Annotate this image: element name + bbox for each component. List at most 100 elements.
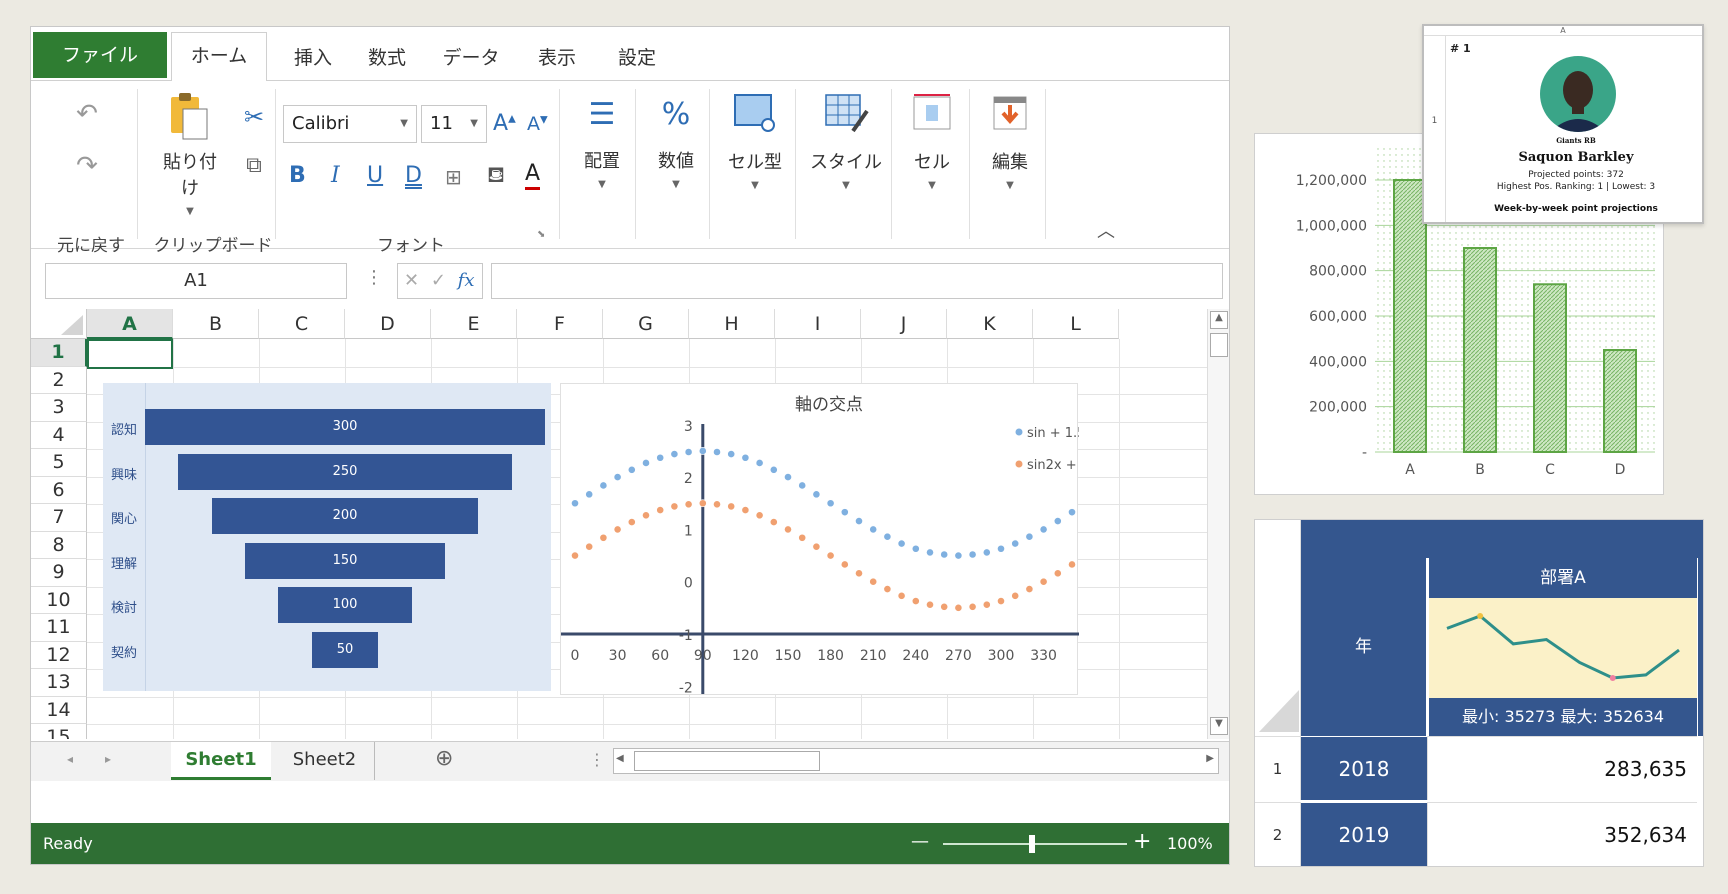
- series-point[interactable]: [585, 542, 594, 551]
- column-header-D[interactable]: D: [345, 309, 431, 339]
- funnel-bar[interactable]: 150: [245, 542, 445, 579]
- series-point[interactable]: [727, 502, 736, 511]
- series-point[interactable]: [755, 511, 764, 520]
- series-point[interactable]: [968, 550, 977, 559]
- edit-button[interactable]: 編集 ▼: [977, 91, 1043, 191]
- series-point[interactable]: [784, 473, 792, 481]
- more-icon[interactable]: ⋮: [365, 267, 383, 288]
- column-header-F[interactable]: F: [517, 309, 603, 339]
- series-point[interactable]: [869, 577, 878, 586]
- tab-data[interactable]: データ: [431, 35, 511, 81]
- borders-icon[interactable]: ⊞: [445, 165, 462, 189]
- series-point[interactable]: [741, 453, 750, 462]
- series-point[interactable]: [869, 525, 878, 534]
- tab-insert[interactable]: 挿入: [283, 35, 343, 81]
- series-point[interactable]: [571, 499, 579, 508]
- series-point[interactable]: [954, 551, 963, 560]
- series-point[interactable]: [727, 450, 736, 458]
- row-header-12[interactable]: 12: [31, 641, 87, 669]
- series-point[interactable]: [911, 597, 920, 605]
- series-point[interactable]: [954, 603, 963, 612]
- style-button[interactable]: スタイル ▼: [803, 91, 889, 191]
- column-header-B[interactable]: B: [173, 309, 259, 339]
- scatter-chart[interactable]: 軸の交点 3 2 1 0 -1 -2 0 30 60 90 120 150 180 210 240 270 300…: [560, 383, 1101, 696]
- series-point[interactable]: [855, 569, 863, 578]
- row-header-3[interactable]: 3: [31, 394, 87, 422]
- scroll-right-icon[interactable]: ▶: [1206, 753, 1214, 764]
- series-point[interactable]: [1053, 569, 1062, 578]
- cells-button[interactable]: セル ▼: [899, 91, 965, 191]
- funnel-bar[interactable]: 50: [311, 631, 379, 668]
- series-point[interactable]: [698, 499, 707, 508]
- row-header-4[interactable]: 4: [31, 421, 87, 449]
- confirm-icon[interactable]: ✓: [431, 270, 446, 291]
- column-header-K[interactable]: K: [947, 309, 1033, 339]
- scroll-down-icon[interactable]: ▼: [1210, 717, 1228, 735]
- series-point[interactable]: [997, 544, 1005, 553]
- series-point[interactable]: [840, 508, 849, 517]
- series-point[interactable]: [826, 499, 835, 508]
- font-dialog-launcher-icon[interactable]: ⬊: [537, 229, 545, 240]
- row-header-10[interactable]: 10: [31, 586, 87, 614]
- series-point[interactable]: [812, 490, 821, 499]
- series-point[interactable]: [784, 525, 792, 534]
- series-point[interactable]: [571, 551, 579, 560]
- series-point[interactable]: [642, 459, 650, 467]
- series-point[interactable]: [982, 600, 991, 609]
- funnel-bar[interactable]: 250: [178, 453, 512, 490]
- zoom-out-icon[interactable]: —: [911, 831, 929, 852]
- row-header-15[interactable]: 15: [31, 724, 87, 739]
- tab-settings[interactable]: 設定: [607, 35, 667, 81]
- series-point[interactable]: [926, 548, 934, 557]
- series-point[interactable]: [1025, 532, 1034, 541]
- series-point[interactable]: [656, 453, 665, 462]
- series-point[interactable]: [670, 450, 679, 458]
- vertical-scrollbar[interactable]: ▲ ▼: [1207, 309, 1229, 739]
- series-point[interactable]: [698, 447, 707, 455]
- scroll-left-icon[interactable]: ◀: [616, 753, 624, 764]
- series-point[interactable]: [627, 465, 636, 474]
- name-box[interactable]: A1: [45, 263, 347, 299]
- sheet-tab-2[interactable]: Sheet2: [275, 742, 375, 780]
- series-point[interactable]: [911, 544, 920, 553]
- funnel-chart[interactable]: 300 認知 250 興味 200 関心 150 理解 100 検討 50 契約: [103, 383, 551, 691]
- collapse-ribbon-icon[interactable]: ︿: [1097, 217, 1115, 243]
- funnel-bar[interactable]: 200: [211, 498, 479, 534]
- tab-file[interactable]: ファイル: [33, 32, 167, 78]
- italic-icon[interactable]: I: [331, 163, 340, 188]
- cut-icon[interactable]: ✂: [239, 103, 269, 131]
- tab-view[interactable]: 表示: [527, 35, 587, 81]
- row-header-9[interactable]: 9: [31, 559, 87, 587]
- column-header-A[interactable]: A: [87, 309, 173, 339]
- font-grow-icon[interactable]: A▲: [493, 111, 516, 136]
- series-point[interactable]: [769, 518, 778, 526]
- series-point[interactable]: [613, 525, 622, 534]
- add-sheet-icon[interactable]: ⊕: [435, 746, 453, 771]
- cell-format-button[interactable]: セル型 ▼: [717, 91, 793, 191]
- number-button[interactable]: % 数値 ▼: [645, 95, 707, 190]
- row-header-14[interactable]: 14: [31, 696, 87, 724]
- series-point[interactable]: [997, 597, 1005, 605]
- font-shrink-icon[interactable]: A▼: [527, 113, 548, 135]
- cell-grid[interactable]: ABCDEFGHIJKL 1 2 3 4 5 6 7 8 9 10 11 12 13 14 15 300 認知…: [31, 309, 1207, 739]
- table-year-cell[interactable]: 2018: [1301, 736, 1427, 800]
- row-header-7[interactable]: 7: [31, 504, 87, 532]
- zoom-in-icon[interactable]: +: [1133, 829, 1151, 854]
- series-point[interactable]: [1011, 591, 1020, 600]
- zoom-slider[interactable]: [943, 843, 1127, 845]
- tab-formulas[interactable]: 数式: [357, 35, 417, 81]
- series-point[interactable]: [1039, 577, 1048, 586]
- series-point[interactable]: [713, 448, 721, 456]
- series-point[interactable]: [656, 506, 665, 514]
- series-point[interactable]: [940, 550, 949, 559]
- series-point[interactable]: [812, 542, 821, 551]
- tab-home[interactable]: ホーム: [171, 32, 267, 82]
- row-header-6[interactable]: 6: [31, 476, 87, 504]
- series-point[interactable]: [670, 502, 679, 511]
- horizontal-scroll-thumb[interactable]: [634, 751, 820, 771]
- sparkline-table[interactable]: 年 部署A 最小: 35273 最大: 352634 1 2018 283,635 2…: [1254, 519, 1704, 867]
- series-point[interactable]: [585, 490, 594, 499]
- series-point[interactable]: [798, 481, 807, 490]
- series-point[interactable]: [883, 585, 892, 593]
- vertical-scroll-thumb[interactable]: [1210, 333, 1228, 357]
